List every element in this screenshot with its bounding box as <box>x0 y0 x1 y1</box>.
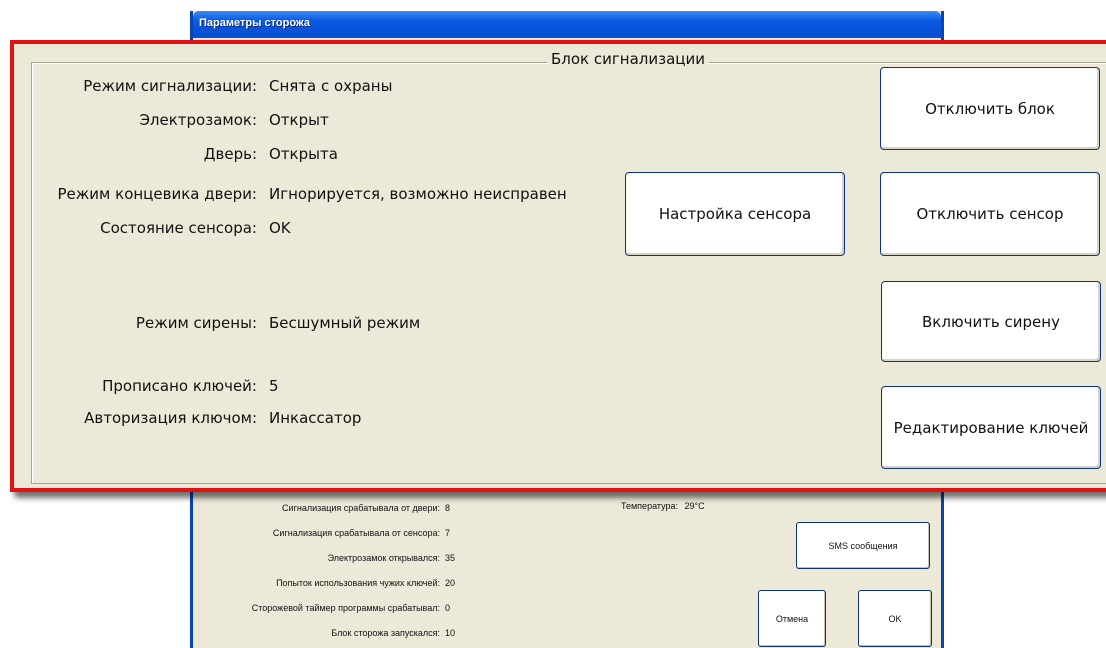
stat-value: 35 <box>445 553 456 563</box>
door-switch-mode-label: Режим концевика двери: <box>57 185 257 203</box>
key-authorization-label: Авторизация ключом: <box>84 409 257 427</box>
door-switch-mode-value: Игнорируется, возможно неисправен <box>269 185 567 203</box>
stat-value: 7 <box>445 528 451 538</box>
electrolock-label: Электрозамок: <box>139 111 257 129</box>
stat-label: Электрозамок открывался: <box>327 553 440 563</box>
siren-mode-value: Бесшумный режим <box>269 314 421 332</box>
sensor-setup-button[interactable]: Настройка сенсора <box>625 172 845 256</box>
window-titlebar[interactable]: Параметры сторожа <box>193 11 941 38</box>
stat-value: 0 <box>445 603 451 613</box>
temperature-value: 29°C <box>684 501 705 511</box>
stat-label: Блок сторожа запускался: <box>331 628 440 638</box>
ok-button[interactable]: OK <box>858 590 932 647</box>
stat-row-block-started: Блок сторожа запускался: 10 <box>193 628 455 640</box>
key-authorization-value: Инкассатор <box>269 409 362 427</box>
stat-row-door-alarms: Сигнализация срабатывала от двери: 8 <box>193 503 450 515</box>
registered-keys-label: Прописано ключей: <box>102 377 257 395</box>
stat-row-foreign-keys: Попыток использования чужих ключей: 20 <box>193 578 455 590</box>
stat-label: Попыток использования чужих ключей: <box>276 578 440 588</box>
door-value: Открыта <box>269 145 338 163</box>
stat-value: 10 <box>445 628 456 638</box>
alarm-mode-value: Снята с охраны <box>269 77 393 95</box>
window-title: Параметры сторожа <box>199 17 310 29</box>
stat-row-watchdog: Сторожевой таймер программы срабатывал: … <box>193 603 450 615</box>
alarm-block-legend: Блок сигнализации <box>547 50 709 68</box>
stat-value: 20 <box>445 578 456 588</box>
sensor-state-label: Состояние сенсора: <box>100 219 257 237</box>
disable-block-button[interactable]: Отключить блок <box>880 67 1100 150</box>
alarm-block-callout: Блок сигнализации Режим сигнализации: Сн… <box>10 40 1106 492</box>
screenshot-stage: Параметры сторожа Сигнализация срабатыва… <box>0 0 1106 648</box>
alarm-mode-label: Режим сигнализации: <box>83 77 257 95</box>
stat-row-lock-opened: Электрозамок открывался: 35 <box>193 553 455 565</box>
edit-keys-button[interactable]: Редактирование ключей <box>881 386 1101 469</box>
stat-label: Сигнализация срабатывала от сенсора: <box>272 528 440 538</box>
temperature-readout: Температура: 29°C <box>621 501 705 511</box>
cancel-button[interactable]: Отмена <box>758 590 826 647</box>
temperature-label: Температура: <box>621 501 679 511</box>
stat-label: Сторожевой таймер программы срабатывал: <box>251 603 440 613</box>
enable-siren-button[interactable]: Включить сирену <box>881 281 1101 362</box>
stat-value: 8 <box>445 503 451 513</box>
siren-mode-label: Режим сирены: <box>135 314 257 332</box>
registered-keys-value: 5 <box>269 377 279 395</box>
stat-label: Сигнализация срабатывала от двери: <box>282 503 440 513</box>
stat-row-sensor-alarms: Сигнализация срабатывала от сенсора: 7 <box>193 528 450 540</box>
door-label: Дверь: <box>203 145 257 163</box>
sensor-state-value: OK <box>269 219 291 237</box>
electrolock-value: Открыт <box>269 111 329 129</box>
disable-sensor-button[interactable]: Отключить сенсор <box>880 172 1100 256</box>
sms-messages-button[interactable]: SMS сообщения <box>796 522 930 569</box>
